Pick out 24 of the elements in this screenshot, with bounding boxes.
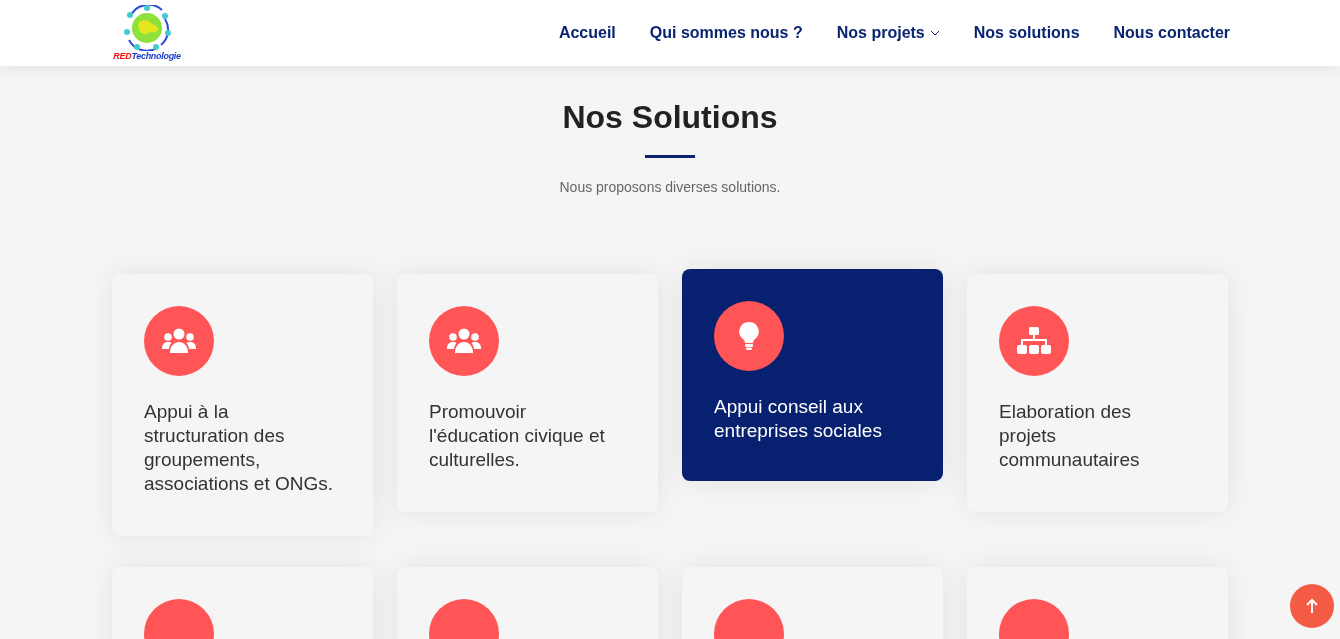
globe-logo-icon <box>121 5 173 51</box>
nav-link[interactable]: Nous contacter <box>1113 24 1230 42</box>
scroll-top-button[interactable] <box>1290 584 1334 628</box>
people-icon <box>446 327 482 355</box>
chevron-down-icon <box>929 30 940 36</box>
logo-text: REDTechnologie <box>113 51 181 61</box>
people-icon <box>161 327 197 355</box>
arrow-up-icon <box>1305 598 1319 614</box>
lightbulb-icon <box>738 321 760 351</box>
nav-link[interactable]: Qui sommes nous ? <box>649 24 803 42</box>
card-text: Appui conseil aux entreprises sociales <box>714 395 883 443</box>
solution-card[interactable]: Appui conseil aux entreprises sociales <box>682 269 943 481</box>
solution-card[interactable]: Appui à la structuration des groupements, associations et ONGs. <box>112 274 373 536</box>
nav-link[interactable]: Accueil <box>558 24 616 42</box>
solution-card[interactable]: Elaboration des projets communautaires <box>967 274 1228 512</box>
card-text: Appui à la structuration des groupements, associations et ONGs. <box>144 400 334 496</box>
section-title: Nos Solutions <box>562 98 778 136</box>
nav-link[interactable]: Nos solutions <box>973 24 1080 42</box>
section-subtitle: Nous proposons diverses solutions. <box>559 179 781 195</box>
solution-card[interactable]: Promouvoir l'éducation civique et culturelles. <box>397 274 658 512</box>
card-text: Elaboration des projets communautaires <box>999 400 1141 472</box>
nav-link[interactable]: Nos projets <box>836 24 940 42</box>
card-text: Promouvoir l'éducation civique et culturelles. <box>429 400 606 472</box>
sitemap-icon <box>1016 326 1052 356</box>
